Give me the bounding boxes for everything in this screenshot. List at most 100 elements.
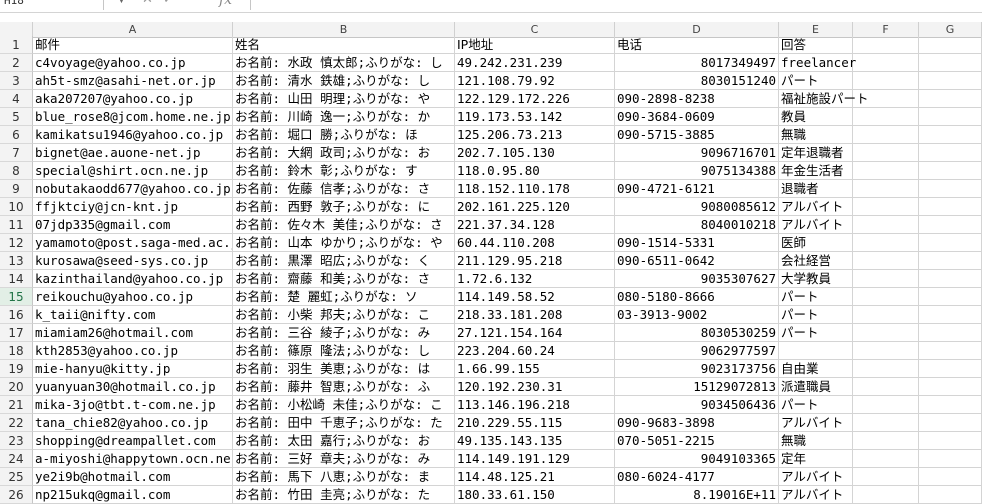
row-header[interactable]: 5 — [0, 108, 33, 126]
cell-f[interactable] — [853, 324, 919, 342]
column-header-c[interactable]: C — [455, 22, 615, 37]
cell-name[interactable]: お名前: 藤井 智恵;ふりがな: ふ — [233, 378, 455, 396]
row-header[interactable]: 15 — [0, 288, 33, 306]
cell-phone[interactable]: 8030530259 — [615, 324, 779, 342]
cell-ip[interactable]: 125.206.73.213 — [455, 126, 615, 144]
cell-g[interactable] — [919, 252, 982, 270]
cell-name[interactable]: お名前: 佐藤 信孝;ふりがな: さ — [233, 180, 455, 198]
cell-name[interactable]: お名前: 馬下 八恵;ふりがな: ま — [233, 468, 455, 486]
cell-g[interactable] — [919, 342, 982, 360]
cell-name[interactable]: 姓名 — [233, 36, 455, 54]
select-all-corner[interactable] — [0, 22, 33, 37]
cell-ip[interactable]: 211.129.95.218 — [455, 252, 615, 270]
cell-ip[interactable]: 114.149.58.52 — [455, 288, 615, 306]
cell-answer[interactable]: パート — [779, 324, 853, 342]
cell-name[interactable]: お名前: 清水 鉄雄;ふりがな: し — [233, 72, 455, 90]
cell-email[interactable]: kamikatsu1946@yahoo.co.jp — [33, 126, 233, 144]
cell-f[interactable] — [853, 234, 919, 252]
cell-name[interactable]: お名前: 西野 敦子;ふりがな: に — [233, 198, 455, 216]
cell-name[interactable]: お名前: 楚 麗虹;ふりがな: ソ — [233, 288, 455, 306]
cell-answer[interactable]: アルバイト — [779, 198, 853, 216]
cell-f[interactable] — [853, 108, 919, 126]
cell-f[interactable] — [853, 450, 919, 468]
cell-email[interactable]: kth2853@yahoo.co.jp — [33, 342, 233, 360]
row-header[interactable]: 10 — [0, 198, 33, 216]
cell-email[interactable]: yuanyuan30@hotmail.co.jp — [33, 378, 233, 396]
cell-email[interactable]: shopping@dreampallet.com — [33, 432, 233, 450]
cell-g[interactable] — [919, 468, 982, 486]
cell-name[interactable]: お名前: 小柴 邦夫;ふりがな: こ — [233, 306, 455, 324]
cell-name[interactable]: お名前: 鈴木 彰;ふりがな: す — [233, 162, 455, 180]
cell-ip[interactable]: 114.149.191.129 — [455, 450, 615, 468]
cell-ip[interactable]: 210.229.55.115 — [455, 414, 615, 432]
cell-f[interactable] — [853, 198, 919, 216]
cell-g[interactable] — [919, 216, 982, 234]
cell-answer[interactable]: 教員 — [779, 108, 853, 126]
cell-email[interactable]: np215ukq@gmail.com — [33, 486, 233, 504]
row-header[interactable]: 4 — [0, 90, 33, 108]
cell-f[interactable] — [853, 180, 919, 198]
cell-answer[interactable]: 定年退職者 — [779, 144, 853, 162]
cell-email[interactable]: blue_rose8@jcom.home.ne.jp — [33, 108, 233, 126]
cell-f[interactable] — [853, 54, 919, 72]
row-header[interactable]: 6 — [0, 126, 33, 144]
column-header-f[interactable]: F — [853, 22, 919, 37]
cell-phone[interactable]: 090-3684-0609 — [615, 108, 779, 126]
cell-name[interactable]: お名前: 山田 明理;ふりがな: や — [233, 90, 455, 108]
formula-input[interactable] — [250, 0, 982, 10]
cell-ip[interactable]: 27.121.154.164 — [455, 324, 615, 342]
cell-f[interactable] — [853, 396, 919, 414]
cell-ip[interactable]: 202.161.225.120 — [455, 198, 615, 216]
cell-g[interactable] — [919, 432, 982, 450]
row-header[interactable]: 8 — [0, 162, 33, 180]
cell-name[interactable]: お名前: 田中 千恵子;ふりがな: た — [233, 414, 455, 432]
cell-ip[interactable]: 49.135.143.135 — [455, 432, 615, 450]
cell-g[interactable] — [919, 486, 982, 504]
cell-g[interactable] — [919, 306, 982, 324]
cell-f[interactable] — [853, 216, 919, 234]
cell-phone[interactable]: 9035307627 — [615, 270, 779, 288]
row-header[interactable]: 9 — [0, 180, 33, 198]
cell-name[interactable]: お名前: 黒澤 昭広;ふりがな: く — [233, 252, 455, 270]
cell-phone[interactable]: 8040010218 — [615, 216, 779, 234]
cell-phone[interactable]: 03-3913-9002 — [615, 306, 779, 324]
cell-email[interactable]: 邮件 — [33, 36, 233, 54]
cell-ip[interactable]: 118.0.95.80 — [455, 162, 615, 180]
cell-email[interactable]: tana_chie82@yahoo.co.jp — [33, 414, 233, 432]
row-header[interactable]: 18 — [0, 342, 33, 360]
cell-name[interactable]: お名前: 佐々木 美佳;ふりがな: さ — [233, 216, 455, 234]
cell-email[interactable]: special@shirt.ocn.ne.jp — [33, 162, 233, 180]
cell-phone[interactable]: 080-5180-8666 — [615, 288, 779, 306]
cell-g[interactable] — [919, 162, 982, 180]
cell-name[interactable]: お名前: 篠原 隆法;ふりがな: し — [233, 342, 455, 360]
cell-g[interactable] — [919, 180, 982, 198]
cell-email[interactable]: kazinthailand@yahoo.co.jp — [33, 270, 233, 288]
cell-g[interactable] — [919, 198, 982, 216]
cell-f[interactable] — [853, 36, 919, 54]
cell-answer[interactable]: 医師 — [779, 234, 853, 252]
cell-answer[interactable]: アルバイト — [779, 486, 853, 504]
cell-answer[interactable]: 自由業 — [779, 360, 853, 378]
cell-g[interactable] — [919, 144, 982, 162]
cell-email[interactable]: kurosawa@seed-sys.co.jp — [33, 252, 233, 270]
column-header-b[interactable]: B — [233, 22, 455, 37]
cell-phone[interactable]: 9080085612 — [615, 198, 779, 216]
cell-answer[interactable]: 派遣職員 — [779, 378, 853, 396]
cell-g[interactable] — [919, 36, 982, 54]
cell-ip[interactable]: 202.7.105.130 — [455, 144, 615, 162]
cell-f[interactable] — [853, 288, 919, 306]
column-header-e[interactable]: E — [779, 22, 853, 37]
cell-phone[interactable]: 9049103365 — [615, 450, 779, 468]
cell-phone[interactable]: 15129072813 — [615, 378, 779, 396]
cell-name[interactable]: お名前: 川崎 逸一;ふりがな: か — [233, 108, 455, 126]
cell-g[interactable] — [919, 270, 982, 288]
cell-phone[interactable]: 090-2898-8238 — [615, 90, 779, 108]
cell-f[interactable] — [853, 342, 919, 360]
cell-answer[interactable]: 福祉施設パート — [779, 90, 869, 108]
cell-answer[interactable]: 回答 — [779, 36, 853, 54]
cell-f[interactable] — [853, 360, 919, 378]
cell-answer[interactable] — [779, 342, 853, 360]
cell-ip[interactable]: 223.204.60.24 — [455, 342, 615, 360]
row-header[interactable]: 2 — [0, 54, 33, 72]
cell-name[interactable]: お名前: 小松崎 未佳;ふりがな: こ — [233, 396, 455, 414]
